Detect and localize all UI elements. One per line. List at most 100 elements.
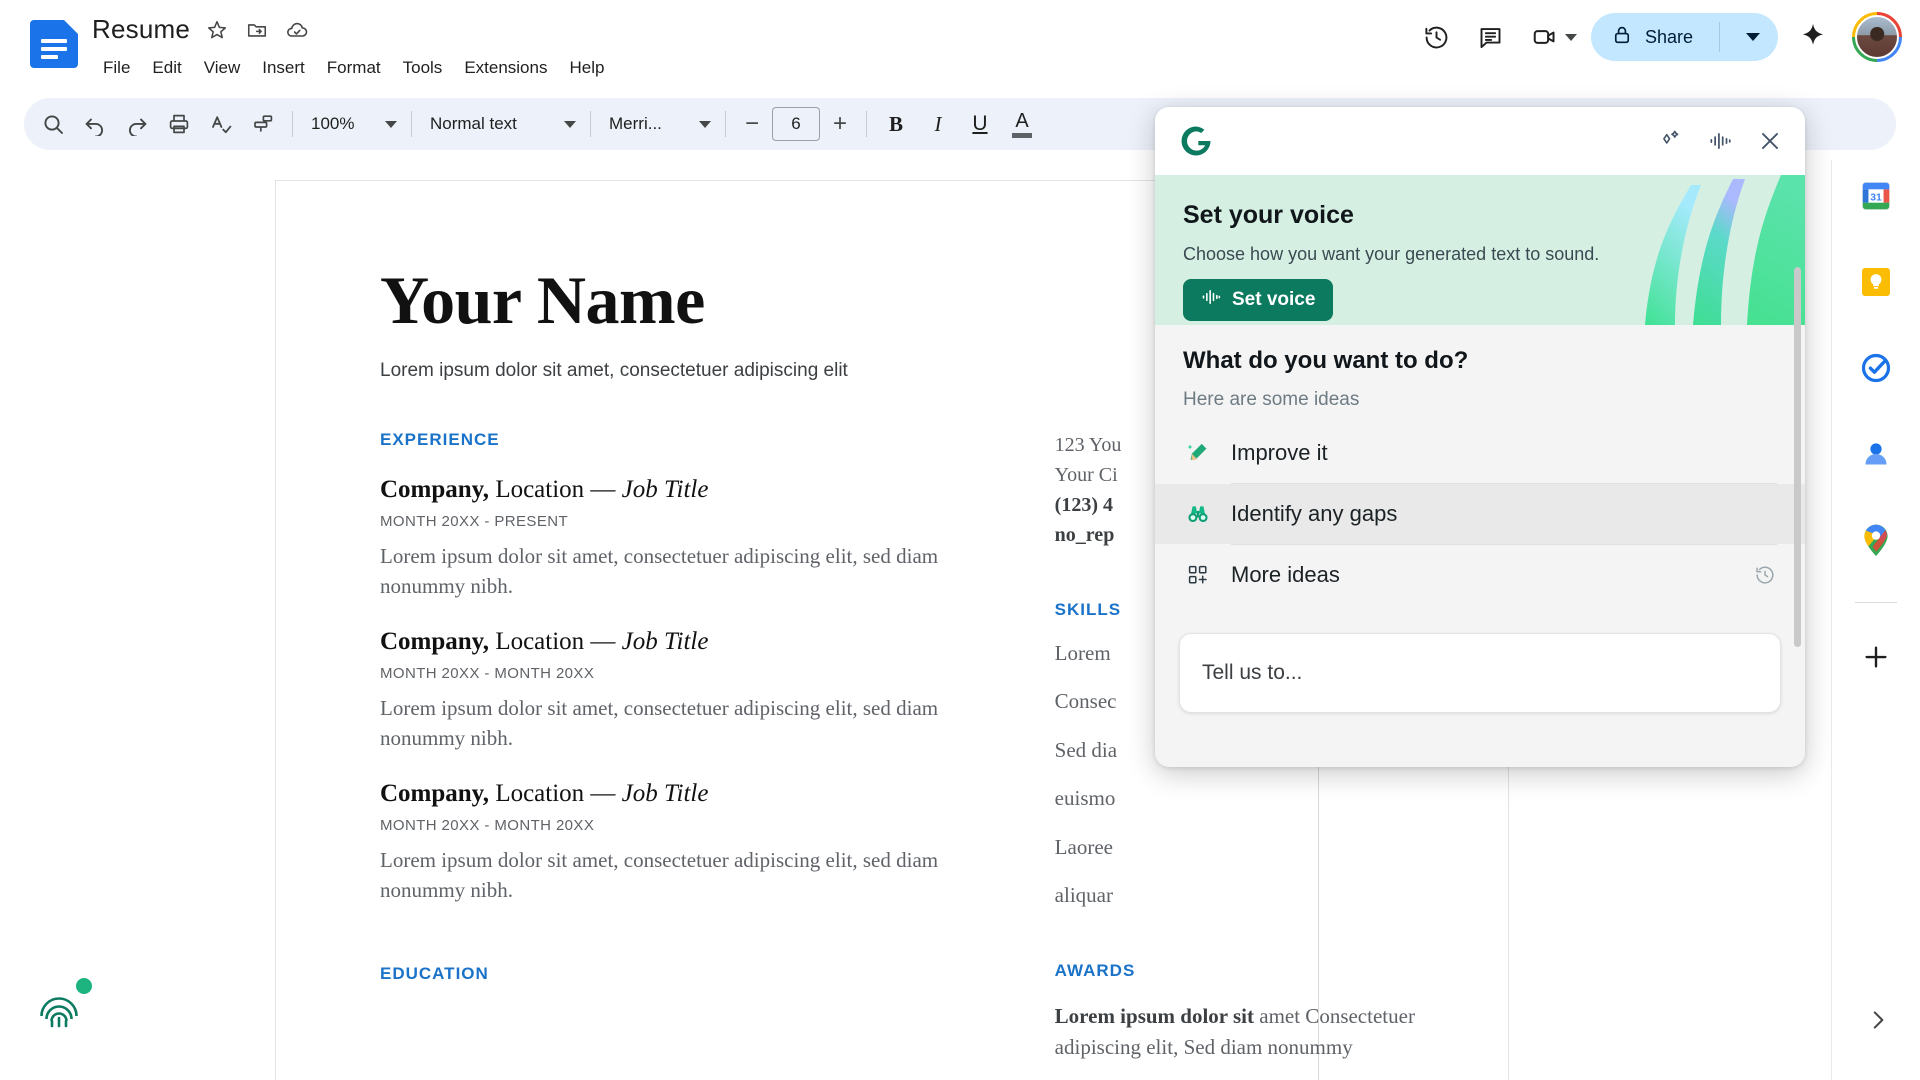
meet-chevron-down-icon[interactable] [1564, 33, 1577, 41]
voice-waveform-icon[interactable] [1703, 124, 1737, 158]
experience-entry: Company, Location — Job Title MONTH 20XX… [380, 780, 959, 906]
menu-edit[interactable]: Edit [141, 55, 192, 81]
job-description: Lorem ipsum dolor sit amet, consectetuer… [380, 847, 939, 903]
chevron-right-icon[interactable] [1854, 996, 1902, 1044]
share-chevron-down-icon[interactable] [1732, 13, 1774, 61]
grammarly-panel[interactable]: Set your voice Choose how you want your … [1155, 107, 1805, 767]
chevron-down-icon [699, 120, 711, 128]
paragraph-style-dropdown[interactable]: Normal text [420, 104, 582, 144]
ideas-subtitle: Here are some ideas [1183, 389, 1360, 410]
job-title-line: Company, Location — Job Title [380, 780, 959, 808]
idea-item-improve-it[interactable]: Improve it [1155, 423, 1805, 483]
zoom-value: 100% [311, 114, 355, 133]
header-actions: Share [1413, 12, 1902, 62]
spell-check-icon[interactable] [200, 103, 242, 145]
toolbar-divider [725, 111, 726, 137]
search-icon[interactable] [32, 103, 74, 145]
section-heading-awards: AWARDS [1054, 960, 1136, 980]
voice-waveform-icon [1201, 287, 1221, 313]
toolbar-divider [866, 111, 867, 137]
lock-icon [1611, 24, 1633, 51]
menu-help[interactable]: Help [558, 55, 615, 81]
add-app-button[interactable] [1848, 629, 1904, 685]
menu-file[interactable]: File [92, 55, 141, 81]
share-button[interactable]: Share [1590, 13, 1778, 61]
resume-left-column: EXPERIENCE Company, Location — Job Title… [380, 430, 959, 1080]
job-company: Company, [380, 627, 490, 655]
move-to-folder-icon[interactable] [244, 17, 270, 43]
menu-format[interactable]: Format [316, 55, 392, 81]
bold-button[interactable]: B [875, 103, 917, 145]
chevron-down-icon [385, 120, 397, 128]
ideas-title: What do you want to do? [1183, 347, 1469, 374]
comment-icon[interactable] [1467, 13, 1515, 61]
menu-view[interactable]: View [193, 55, 252, 81]
font-family-dropdown[interactable]: Merri... [599, 104, 717, 144]
sparkle-icon[interactable] [1653, 124, 1687, 158]
award-item: Lorem ipsum dolor sit amet Consectetuer … [1055, 1001, 1428, 1064]
grammarly-header-actions [1653, 124, 1787, 158]
google-tasks-icon[interactable] [1848, 340, 1904, 396]
gemini-sparkle-icon[interactable] [1790, 14, 1836, 60]
google-maps-icon[interactable] [1848, 512, 1904, 568]
font-size-input[interactable]: 6 [772, 107, 820, 141]
document-title[interactable]: Resume [92, 14, 190, 45]
print-icon[interactable] [158, 103, 200, 145]
section-heading-education: EDUCATION [380, 963, 489, 983]
font-size-increase-button[interactable]: + [822, 106, 858, 142]
calendar-day-label: 31 [1870, 192, 1882, 203]
grammarly-panel-header [1155, 107, 1805, 175]
google-contacts-icon[interactable] [1848, 426, 1904, 482]
toolbar-divider [590, 111, 591, 137]
job-dates: MONTH 20XX - PRESENT [380, 513, 569, 530]
google-keep-icon[interactable] [1848, 254, 1904, 310]
prompt-input[interactable]: Tell us to... [1179, 633, 1781, 713]
google-docs-icon[interactable] [30, 20, 78, 68]
menu-extensions[interactable]: Extensions [453, 55, 558, 81]
underline-button[interactable]: U [959, 103, 1001, 145]
job-description: Lorem ipsum dolor sit amet, consectetuer… [380, 695, 939, 751]
skill-item: aliquar [1054, 883, 1113, 908]
text-color-swatch [1012, 132, 1032, 138]
meet-camera-icon[interactable] [1521, 13, 1569, 61]
google-calendar-icon[interactable]: 31 [1848, 168, 1904, 224]
zoom-dropdown[interactable]: 100% [301, 104, 403, 144]
history-icon[interactable] [1753, 563, 1777, 587]
menu-insert[interactable]: Insert [251, 55, 316, 81]
avatar[interactable] [1852, 12, 1902, 62]
close-icon[interactable] [1753, 124, 1787, 158]
redo-icon[interactable] [116, 103, 158, 145]
job-dash: — [590, 779, 622, 807]
panel-scrollbar[interactable] [1794, 267, 1801, 647]
job-dash: — [590, 476, 622, 503]
grammarly-badge-icon[interactable] [36, 978, 92, 1032]
toolbar-divider [292, 111, 293, 137]
job-title-line: Company, Location — Job Title [380, 628, 959, 656]
google-apps-side-panel: 31 [1832, 160, 1920, 1080]
share-label: Share [1644, 26, 1693, 47]
italic-button[interactable]: I [917, 103, 959, 145]
job-role: Job Title [621, 476, 709, 503]
idea-item-label: Identify any gaps [1231, 501, 1398, 526]
set-voice-card: Set your voice Choose how you want your … [1155, 175, 1805, 325]
document-title-row: Resume [92, 14, 310, 45]
version-history-icon[interactable] [1413, 13, 1461, 61]
set-voice-button[interactable]: Set voice [1183, 279, 1334, 321]
paragraph-style-value: Normal text [430, 114, 517, 133]
idea-item-label: More ideas [1231, 562, 1340, 587]
idea-item-identify-any-gaps[interactable]: Identify any gaps [1155, 484, 1805, 544]
set-voice-button-label: Set voice [1232, 289, 1316, 310]
paint-format-icon[interactable] [242, 103, 284, 145]
undo-icon[interactable] [74, 103, 116, 145]
cloud-saved-icon[interactable] [284, 17, 310, 43]
text-color-button[interactable]: A [1001, 103, 1043, 145]
font-size-decrease-button[interactable]: − [734, 106, 770, 142]
job-dates: MONTH 20XX - MONTH 20XX [380, 664, 595, 682]
menu-tools[interactable]: Tools [392, 55, 454, 81]
meet-camera-control[interactable] [1521, 13, 1577, 61]
skill-item: euismo [1054, 786, 1116, 811]
idea-item-more-ideas[interactable]: More ideas [1155, 545, 1805, 605]
job-role: Job Title [621, 627, 709, 655]
toolbar-divider [411, 111, 412, 137]
star-icon[interactable] [204, 17, 230, 43]
